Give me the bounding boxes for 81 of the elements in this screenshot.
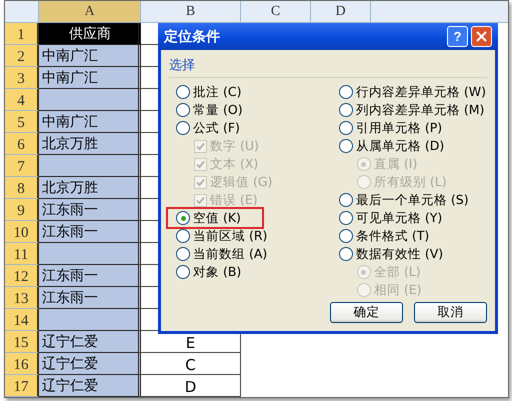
ok-button[interactable]: 确定 [330,302,403,323]
option-label: 错误 (E) [210,192,258,208]
radio-button[interactable] [176,85,190,99]
row-header[interactable]: 12 [5,265,39,287]
option-label: 从属单元格 (D) [356,138,444,154]
table-cell: C [141,353,241,375]
option-label: 逻辑值 (G) [210,174,272,190]
table-cell: 北京万胜 [39,177,141,199]
row-header[interactable]: 8 [5,177,39,199]
option-label: 公式 (F) [193,120,240,136]
radio-button[interactable] [176,121,190,135]
option-label: 所有级别 (L) [374,174,447,190]
table-cell: 江东雨一 [39,199,141,221]
column-header[interactable]: C [241,1,311,23]
cancel-button[interactable]: 取消 [414,302,487,323]
option-label: 可见单元格 (Y) [356,210,442,226]
option-label: 条件格式 (T) [356,228,430,244]
option-label: 列内容差异单元格 (M) [356,102,484,118]
radio-button[interactable] [176,229,190,243]
option-label: 直属 (I) [374,156,418,172]
row-header[interactable]: 14 [5,309,39,331]
option-label: 常量 (O) [193,102,243,118]
option-label: 对象 (B) [193,264,242,280]
row-header[interactable]: 11 [5,243,39,265]
option-label: 批注 (C) [193,84,242,100]
row-header[interactable]: 1 [5,23,39,45]
option-label: 当前区域 (R) [193,228,268,244]
radio-button[interactable] [338,193,353,207]
window-title: 定位条件 [164,28,221,46]
option-label: 当前数组 (A) [193,246,268,262]
option-label: 全部 (L) [374,264,421,280]
row-header[interactable]: 6 [5,133,39,155]
row-header[interactable]: 13 [5,287,39,309]
option-label: 文本 (X) [210,156,258,172]
option-label: 空值 (K) [193,210,241,226]
option-label: 引用单元格 (P) [356,120,442,136]
table-cell: 中南广汇 [39,111,141,133]
table-cell: 中南广汇 [39,45,141,67]
group-label: 选择 [169,57,195,74]
radio-button[interactable] [176,211,190,225]
row-header[interactable]: 7 [5,155,39,177]
radio-button[interactable] [338,229,353,243]
option-label: 数据有效性 (V) [356,246,444,262]
table-cell: 江东雨一 [39,265,141,287]
row-header[interactable]: 10 [5,221,39,243]
radio-button[interactable] [176,103,190,117]
radio-button[interactable] [176,247,190,261]
option-label: 最后一个单元格 (S) [356,192,469,208]
table-cell: 供应商 [39,23,141,45]
radio-button[interactable] [338,211,353,225]
radio-button[interactable] [338,139,353,153]
column-header[interactable]: D [311,1,371,23]
option-label: 相同 (E) [374,282,422,298]
radio-button[interactable] [338,247,353,261]
table-cell: 北京万胜 [39,133,141,155]
radio-button[interactable] [338,121,353,135]
radio-button[interactable] [176,265,190,279]
table-cell: 辽宁仁爱 [39,331,141,353]
radio-button[interactable] [338,85,353,99]
close-button[interactable] [471,26,492,47]
column-header[interactable]: A [39,1,141,23]
table-cell: 辽宁仁爱 [39,375,141,397]
column-header[interactable]: B [141,1,241,23]
row-header[interactable]: 17 [5,375,39,397]
radio-button[interactable] [338,103,353,117]
row-header[interactable]: 3 [5,67,39,89]
row-header[interactable]: 15 [5,331,39,353]
table-cell: 江东雨一 [39,221,141,243]
table-cell: 辽宁仁爱 [39,353,141,375]
row-header[interactable]: 2 [5,45,39,67]
table-cell: D [141,375,241,397]
row-header[interactable]: 5 [5,111,39,133]
row-header[interactable]: 4 [5,89,39,111]
option-label: 数字 (U) [210,138,259,154]
row-header[interactable]: 9 [5,199,39,221]
table-cell: 中南广汇 [39,67,141,89]
table-cell: 江东雨一 [39,287,141,309]
close-icon [476,31,487,42]
row-header[interactable]: 16 [5,353,39,375]
option-label: 行内容差异单元格 (W) [356,84,486,100]
help-button[interactable]: ? [447,26,468,47]
